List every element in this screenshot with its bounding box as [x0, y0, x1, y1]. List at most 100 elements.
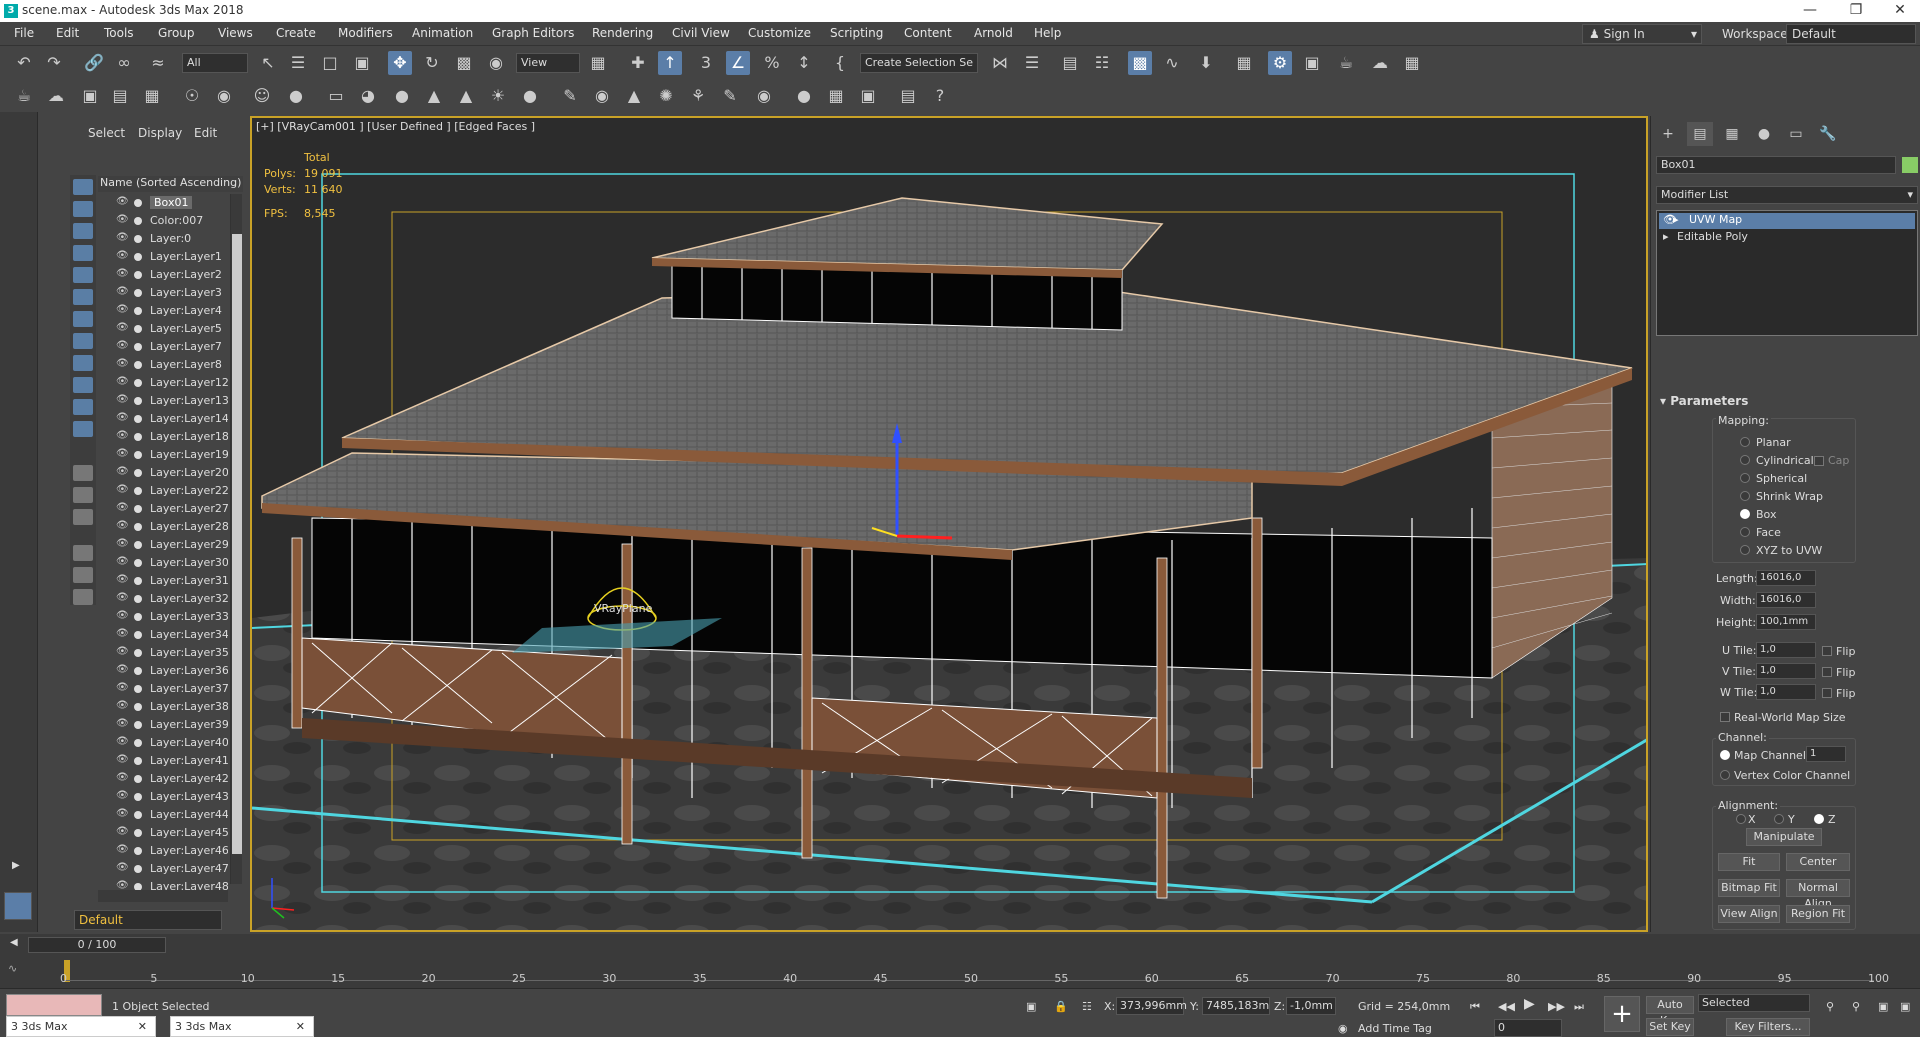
- menu-views[interactable]: Views: [218, 26, 253, 40]
- z-coordinate-field[interactable]: -1,0mm: [1286, 997, 1336, 1015]
- schematic-view-icon[interactable]: ⬇: [1194, 51, 1218, 75]
- viewport-label[interactable]: [+] [VRayCam001 ] [User Defined ] [Edged…: [256, 120, 535, 133]
- eye-icon[interactable]: 👁: [116, 682, 129, 694]
- list-item[interactable]: 👁 Layer:Layer46: [98, 842, 228, 860]
- uflip-checkbox[interactable]: [1822, 646, 1832, 656]
- grass-icon[interactable]: ⚘: [686, 84, 710, 108]
- filter-spacewarps-icon[interactable]: [73, 289, 93, 305]
- sphere-light-icon[interactable]: ●: [390, 84, 414, 108]
- list-item[interactable]: 👁 Layer:Layer41: [98, 752, 228, 770]
- eye-icon[interactable]: 👁: [116, 520, 129, 532]
- tab-display[interactable]: Display: [138, 126, 182, 140]
- filter-containers-icon[interactable]: [73, 377, 93, 393]
- layer-explorer-icon[interactable]: ☷: [1090, 51, 1114, 75]
- ambient-light-icon[interactable]: ▲: [454, 84, 478, 108]
- list-item[interactable]: 👁 Layer:Layer14: [98, 410, 228, 428]
- set-key-button[interactable]: Set Key: [1646, 1018, 1694, 1036]
- menu-civil-view[interactable]: Civil View: [672, 26, 730, 40]
- visibility-dot-icon[interactable]: [134, 523, 142, 531]
- menu-file[interactable]: File: [14, 26, 34, 40]
- fur-icon[interactable]: ✎: [558, 84, 582, 108]
- filter-xrefs-icon[interactable]: [73, 333, 93, 349]
- eye-icon[interactable]: 👁: [116, 232, 129, 244]
- stack-item-uvw-map[interactable]: 👁 ▸ UVW Map: [1659, 213, 1915, 229]
- filter-shapes-icon[interactable]: [73, 201, 93, 217]
- list-item[interactable]: 👁 Layer:Layer13: [98, 392, 228, 410]
- select-manipulate-icon[interactable]: ✚: [626, 51, 650, 75]
- spinner-snap-icon[interactable]: ↕: [792, 51, 816, 75]
- cap-checkbox[interactable]: [1814, 456, 1824, 466]
- script-icon[interactable]: ▤: [896, 84, 920, 108]
- zoom-extents-icon[interactable]: ▣: [1878, 1000, 1888, 1013]
- edit-named-sets-icon[interactable]: {: [828, 51, 852, 75]
- visibility-dot-icon[interactable]: [134, 361, 142, 369]
- menu-content[interactable]: Content: [904, 26, 952, 40]
- eye-icon[interactable]: 👁: [116, 826, 129, 838]
- eye-icon[interactable]: 👁: [116, 808, 129, 820]
- cloud-icon[interactable]: ☁: [44, 84, 68, 108]
- list-item[interactable]: 👁 Layer:Layer38: [98, 698, 228, 716]
- eye-icon[interactable]: 👁: [116, 214, 129, 226]
- modifier-list-dropdown[interactable]: Modifier List ▾: [1656, 186, 1918, 204]
- eye-icon[interactable]: 👁: [116, 772, 129, 784]
- render-icon[interactable]: ☕: [1334, 51, 1358, 75]
- menu-edit[interactable]: Edit: [56, 26, 79, 40]
- help-icon[interactable]: ?: [928, 84, 952, 108]
- list-item[interactable]: 👁 Layer:Layer7: [98, 338, 228, 356]
- visibility-dot-icon[interactable]: [134, 631, 142, 639]
- menu-help[interactable]: Help: [1034, 26, 1061, 40]
- wtile-spinner[interactable]: 1,0: [1756, 684, 1816, 700]
- map-channel-spinner[interactable]: 1: [1806, 746, 1846, 762]
- eye-icon[interactable]: 👁: [116, 466, 129, 478]
- filter-lights-icon[interactable]: [73, 223, 93, 239]
- list-item[interactable]: 👁 Layer:Layer8: [98, 356, 228, 374]
- y-coordinate-field[interactable]: 7485,183m: [1202, 997, 1270, 1015]
- eye-icon[interactable]: 👁: [116, 664, 129, 676]
- isolate-icon[interactable]: ▣: [1026, 1000, 1036, 1013]
- visibility-dot-icon[interactable]: [134, 703, 142, 711]
- list-item[interactable]: 👁 Layer:Layer39: [98, 716, 228, 734]
- time-tag-icon[interactable]: ◉: [1338, 1022, 1348, 1035]
- taskbar-item-2[interactable]: 3 3ds Max ✕: [170, 1016, 314, 1037]
- select-by-name-icon[interactable]: ☰: [286, 51, 310, 75]
- prev-key-icon[interactable]: ◀◀: [1498, 1000, 1515, 1013]
- visibility-dot-icon[interactable]: [134, 451, 142, 459]
- eye-icon[interactable]: 👁: [116, 196, 129, 208]
- visibility-dot-icon[interactable]: [134, 847, 142, 855]
- material-preview-icon[interactable]: ●: [792, 84, 816, 108]
- wflip-checkbox[interactable]: [1822, 688, 1832, 698]
- viewport-layout-icon[interactable]: [4, 892, 32, 920]
- list-item[interactable]: 👁 Layer:Layer32: [98, 590, 228, 608]
- list-item[interactable]: 👁 Layer:Layer19: [98, 446, 228, 464]
- render-cloud-icon[interactable]: ☁: [1368, 51, 1392, 75]
- visibility-dot-icon[interactable]: [134, 415, 142, 423]
- scene-list-hscrollbar[interactable]: [98, 890, 228, 902]
- menu-tools[interactable]: Tools: [104, 26, 134, 40]
- radio-align-z[interactable]: [1814, 814, 1824, 824]
- close-icon[interactable]: ✕: [138, 1020, 147, 1033]
- taskbar-item-1[interactable]: 3 3ds Max ✕: [6, 1016, 156, 1037]
- list-item[interactable]: 👁 Layer:Layer22: [98, 482, 228, 500]
- move-icon[interactable]: ✥: [388, 51, 412, 75]
- ref-coord-select[interactable]: View: [516, 53, 580, 73]
- display-tab-icon[interactable]: ▭: [1783, 122, 1809, 146]
- height-spinner[interactable]: 100,1mm: [1756, 614, 1816, 630]
- column-header[interactable]: Name (Sorted Ascending): [98, 176, 243, 192]
- modify-tab-icon[interactable]: ▤: [1687, 122, 1713, 146]
- unlink-icon[interactable]: ∞: [112, 51, 136, 75]
- visibility-dot-icon[interactable]: [134, 469, 142, 477]
- angle-snap-icon[interactable]: ∠: [726, 51, 750, 75]
- zoom-icon[interactable]: ⚲: [1826, 1000, 1834, 1013]
- vfb-icon[interactable]: ▣: [856, 84, 880, 108]
- vtile-spinner[interactable]: 1,0: [1756, 663, 1816, 679]
- curve-editor-mini-icon[interactable]: ∿: [8, 962, 38, 980]
- material-editor-icon[interactable]: ▦: [1232, 51, 1256, 75]
- expand-arrow-icon[interactable]: ▸: [1673, 213, 1679, 226]
- time-slider[interactable]: 0 / 100: [28, 937, 166, 953]
- close-icon[interactable]: ✕: [296, 1020, 305, 1033]
- eye-icon[interactable]: 👁: [116, 448, 129, 460]
- eye-icon[interactable]: 👁: [116, 736, 129, 748]
- visibility-dot-icon[interactable]: [134, 199, 142, 207]
- sphere-fade-icon[interactable]: ✺: [654, 84, 678, 108]
- visibility-dot-icon[interactable]: [134, 235, 142, 243]
